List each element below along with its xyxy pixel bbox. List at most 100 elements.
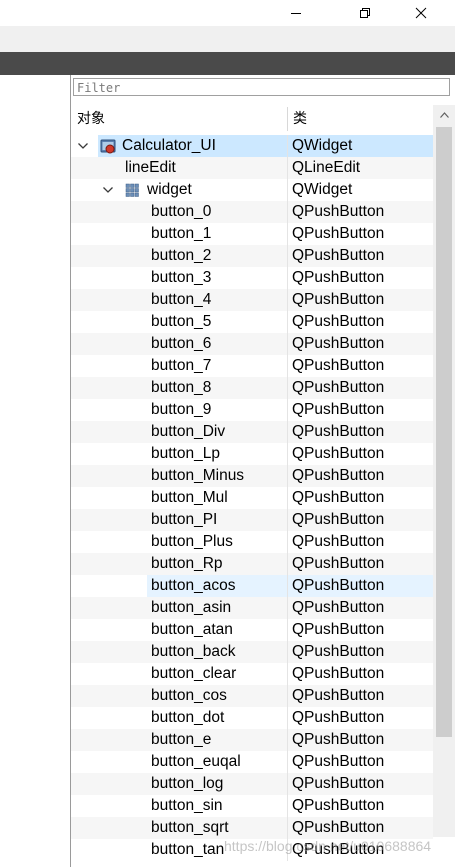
title-bar bbox=[0, 0, 455, 26]
object-name: button_Plus bbox=[151, 533, 233, 550]
column-divider bbox=[287, 465, 288, 487]
class-name: QPushButton bbox=[292, 401, 385, 418]
tree-row[interactable]: button_acos QPushButton bbox=[71, 575, 433, 597]
object-name: button_sqrt bbox=[151, 819, 229, 836]
tree-row[interactable]: button_PI QPushButton bbox=[71, 509, 433, 531]
form-editor-pane[interactable] bbox=[0, 75, 71, 867]
class-name: QPushButton bbox=[292, 797, 385, 814]
header-class[interactable]: 类 bbox=[293, 105, 307, 133]
column-divider bbox=[287, 333, 288, 355]
object-name: widget bbox=[147, 181, 192, 198]
restore-button[interactable] bbox=[342, 0, 388, 26]
column-divider bbox=[287, 509, 288, 531]
minimize-icon bbox=[291, 13, 301, 14]
tree-row[interactable]: button_Div QPushButton bbox=[71, 421, 433, 443]
tree-row[interactable]: button_1 QPushButton bbox=[71, 223, 433, 245]
tree-row[interactable]: button_3 QPushButton bbox=[71, 267, 433, 289]
tree-row[interactable]: button_Mul QPushButton bbox=[71, 487, 433, 509]
column-divider bbox=[287, 553, 288, 575]
filter-field[interactable] bbox=[73, 78, 450, 96]
object-name: button_Lp bbox=[151, 445, 220, 462]
header-divider[interactable] bbox=[287, 107, 288, 131]
column-divider bbox=[287, 487, 288, 509]
menu-bar bbox=[0, 26, 455, 52]
scroll-up-button[interactable] bbox=[433, 105, 455, 125]
tree-row[interactable]: button_e QPushButton bbox=[71, 729, 433, 751]
object-tree[interactable]: 对象 类 Calculator_UI QWidget lineEdit QLineEd… bbox=[71, 105, 455, 867]
column-divider bbox=[287, 619, 288, 641]
chevron-down-icon[interactable] bbox=[100, 179, 116, 201]
object-name: button_log bbox=[151, 775, 224, 792]
object-name: button_9 bbox=[151, 401, 212, 418]
object-name: button_6 bbox=[151, 335, 212, 352]
tree-row[interactable]: button_0 QPushButton bbox=[71, 201, 433, 223]
class-name: QPushButton bbox=[292, 225, 385, 242]
tree-rows: Calculator_UI QWidget lineEdit QLineEdit wid… bbox=[71, 135, 433, 861]
tree-row[interactable]: button_9 QPushButton bbox=[71, 399, 433, 421]
object-name: button_7 bbox=[151, 357, 212, 374]
tree-row[interactable]: button_atan QPushButton bbox=[71, 619, 433, 641]
object-name: button_5 bbox=[151, 313, 212, 330]
column-divider bbox=[287, 641, 288, 663]
tree-row[interactable]: button_cos QPushButton bbox=[71, 685, 433, 707]
column-divider bbox=[287, 817, 288, 839]
object-name: button_Rp bbox=[151, 555, 223, 572]
tree-row[interactable]: lineEdit QLineEdit bbox=[71, 157, 433, 179]
object-name: button_dot bbox=[151, 709, 225, 726]
tree-row[interactable]: button_7 QPushButton bbox=[71, 355, 433, 377]
filter-input[interactable] bbox=[74, 80, 449, 96]
tree-row[interactable]: widget QWidget bbox=[71, 179, 433, 201]
tree-row[interactable]: button_euqal QPushButton bbox=[71, 751, 433, 773]
class-name: QPushButton bbox=[292, 819, 385, 836]
column-divider bbox=[287, 443, 288, 465]
chevron-down-icon[interactable] bbox=[75, 135, 91, 157]
tree-row[interactable]: button_Plus QPushButton bbox=[71, 531, 433, 553]
class-name: QPushButton bbox=[292, 489, 385, 506]
class-name: QPushButton bbox=[292, 709, 385, 726]
class-name: QPushButton bbox=[292, 313, 385, 330]
minimize-button[interactable] bbox=[273, 0, 319, 26]
column-divider bbox=[287, 531, 288, 553]
class-name: QPushButton bbox=[292, 467, 385, 484]
object-name: button_asin bbox=[151, 599, 232, 616]
tree-row[interactable]: button_4 QPushButton bbox=[71, 289, 433, 311]
class-name: QPushButton bbox=[292, 753, 385, 770]
class-name: QPushButton bbox=[292, 775, 385, 792]
object-name: button_3 bbox=[151, 269, 212, 286]
chevron-up-icon bbox=[439, 112, 449, 118]
tree-row[interactable]: button_Lp QPushButton bbox=[71, 443, 433, 465]
column-divider bbox=[287, 355, 288, 377]
tree-row[interactable]: button_sqrt QPushButton bbox=[71, 817, 433, 839]
class-name: QPushButton bbox=[292, 269, 385, 286]
class-name: QPushButton bbox=[292, 203, 385, 220]
tree-row[interactable]: button_2 QPushButton bbox=[71, 245, 433, 267]
tree-row[interactable]: button_log QPushButton bbox=[71, 773, 433, 795]
tree-row[interactable]: button_asin QPushButton bbox=[71, 597, 433, 619]
column-divider bbox=[287, 179, 288, 201]
tree-row[interactable]: button_8 QPushButton bbox=[71, 377, 433, 399]
scrollbar-thumb[interactable] bbox=[436, 127, 452, 737]
tree-row[interactable]: button_Minus QPushButton bbox=[71, 465, 433, 487]
object-name: button_1 bbox=[151, 225, 212, 242]
tree-row[interactable]: Calculator_UI QWidget bbox=[71, 135, 433, 157]
toolbar-strip bbox=[0, 52, 455, 75]
tree-row[interactable]: button_clear QPushButton bbox=[71, 663, 433, 685]
class-name: QPushButton bbox=[292, 379, 385, 396]
object-name: button_Div bbox=[151, 423, 226, 440]
tree-row[interactable]: button_dot QPushButton bbox=[71, 707, 433, 729]
close-button[interactable] bbox=[398, 0, 444, 26]
tree-row[interactable]: button_tan QPushButton bbox=[71, 839, 433, 861]
object-name: button_back bbox=[151, 643, 236, 660]
tree-row[interactable]: button_6 QPushButton bbox=[71, 333, 433, 355]
class-name: QPushButton bbox=[292, 423, 385, 440]
object-name: button_euqal bbox=[151, 753, 241, 770]
vertical-scrollbar[interactable] bbox=[433, 105, 455, 837]
class-name: QPushButton bbox=[292, 533, 385, 550]
tree-row[interactable]: button_Rp QPushButton bbox=[71, 553, 433, 575]
header-object[interactable]: 对象 bbox=[77, 105, 105, 133]
tree-row[interactable]: button_sin QPushButton bbox=[71, 795, 433, 817]
object-name: button_atan bbox=[151, 621, 233, 638]
tree-row[interactable]: button_back QPushButton bbox=[71, 641, 433, 663]
tree-row[interactable]: button_5 QPushButton bbox=[71, 311, 433, 333]
class-name: QPushButton bbox=[292, 665, 385, 682]
